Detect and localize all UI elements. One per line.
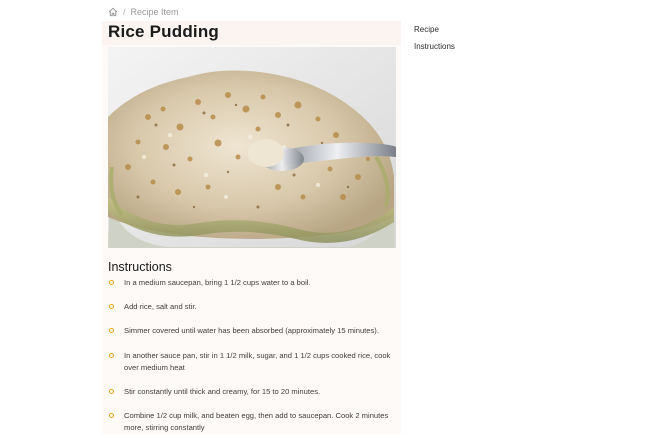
breadcrumb: / Recipe Item [108, 5, 179, 19]
title-bar: Rice Pudding [102, 21, 401, 45]
side-nav-instructions[interactable]: Instructions [414, 41, 455, 58]
breadcrumb-separator: / [123, 7, 126, 17]
step-text: Stir constantly until thick and creamy, … [124, 387, 321, 397]
bullet-circle-icon [109, 352, 114, 358]
step-text: Add rice, salt and stir. [124, 302, 197, 312]
recipe-content: Rice Pudding Instructions In a medium sa… [102, 21, 401, 434]
instructions-heading: Instructions [108, 260, 172, 274]
list-item: Add rice, salt and stir. [108, 301, 396, 313]
bullet-circle-icon [109, 328, 114, 334]
recipe-page: / Recipe Item Rice Pudding Instructions … [0, 0, 652, 434]
bullet-circle-icon [109, 304, 114, 310]
page-side-nav: Recipe Instructions [414, 24, 455, 58]
home-icon[interactable] [108, 7, 118, 17]
list-item: In a medium saucepan, bring 1 1/2 cups w… [108, 277, 396, 289]
recipe-image [108, 47, 396, 248]
breadcrumb-current: Recipe Item [130, 7, 179, 17]
instructions-list: In a medium saucepan, bring 1 1/2 cups w… [108, 277, 396, 434]
list-item: Combine 1/2 cup milk, and beaten egg, th… [108, 410, 396, 434]
page-title: Rice Pudding [108, 22, 220, 41]
step-text: Simmer covered until water has been abso… [124, 326, 379, 336]
list-item: In another sauce pan, stir in 1 1/2 milk… [108, 350, 396, 374]
list-item: Stir constantly until thick and creamy, … [108, 386, 396, 398]
side-nav-recipe[interactable]: Recipe [414, 24, 455, 41]
bullet-circle-icon [109, 280, 114, 285]
bullet-circle-icon [109, 389, 114, 395]
step-text: In another sauce pan, stir in 1 1/2 milk… [124, 350, 391, 372]
list-item: Simmer covered until water has been abso… [108, 325, 396, 337]
step-text: Combine 1/2 cup milk, and beaten egg, th… [124, 411, 389, 433]
step-text: In a medium saucepan, bring 1 1/2 cups w… [124, 278, 311, 287]
bullet-circle-icon [109, 413, 114, 419]
